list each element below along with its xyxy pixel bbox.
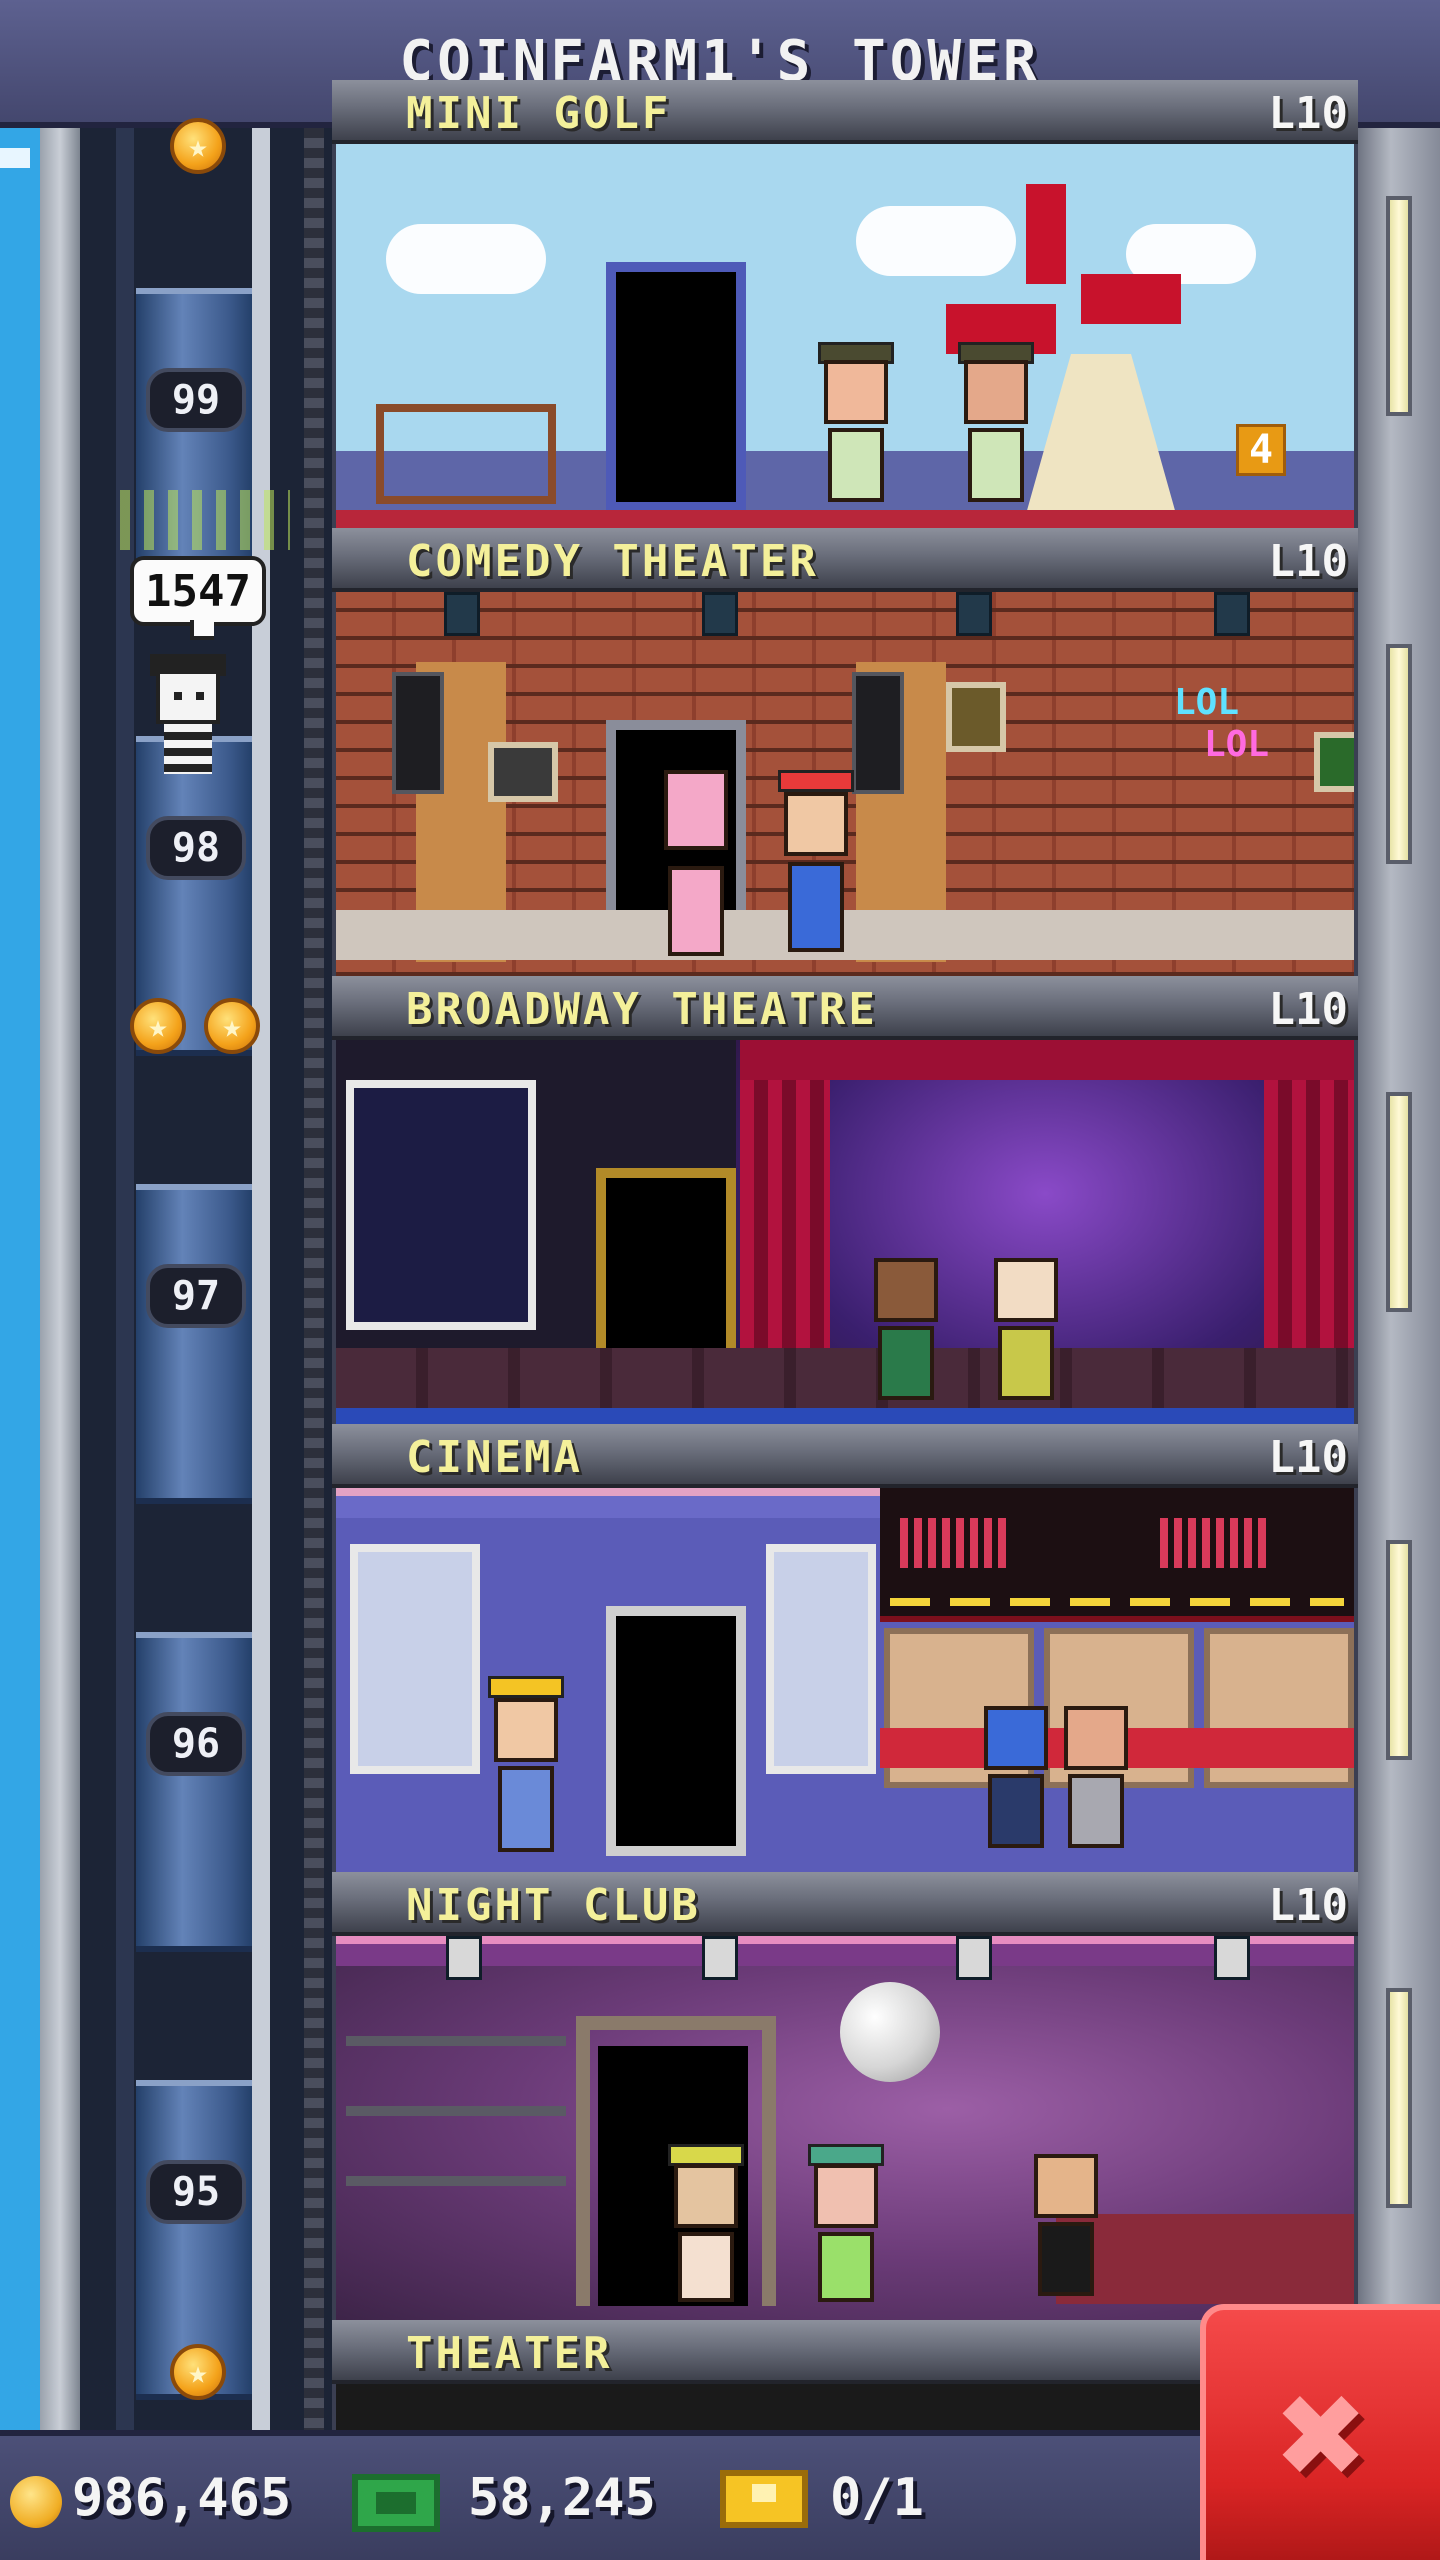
bitizen-audience[interactable]	[866, 1258, 946, 1408]
floor-level: L10	[1268, 536, 1348, 587]
bitizen-speech-bubble[interactable]: 1547	[130, 556, 266, 640]
room-door	[606, 262, 746, 512]
floor-name: CINEMA	[406, 1432, 583, 1483]
marquee-board	[880, 1488, 1354, 1622]
bitizen-audience[interactable]	[986, 1258, 1066, 1408]
star-icon[interactable]: ★	[130, 998, 186, 1054]
floor-header: MINI GOLF L10	[332, 80, 1358, 144]
bitizen-in-elevator[interactable]	[146, 640, 230, 780]
star-icon[interactable]: ★	[204, 998, 260, 1054]
room-interior	[336, 1040, 1354, 1424]
ticket-count: 0/1	[830, 2468, 924, 2528]
bux-icon[interactable]	[352, 2474, 440, 2532]
floor-mini-golf[interactable]: MINI GOLF L10 4	[332, 80, 1358, 528]
floor-name: COMEDY THEATER	[406, 536, 819, 587]
floor-header: COMEDY THEATER L10	[332, 528, 1358, 592]
floor-broadway-theatre[interactable]: BROADWAY THEATRE L10	[332, 976, 1358, 1424]
sparkle-effect	[120, 490, 290, 550]
floor-cinema[interactable]: CINEMA L10	[332, 1424, 1358, 1872]
elevator-car-96	[136, 1632, 252, 1952]
disco-ball	[840, 1982, 940, 2082]
floor-header: BROADWAY THEATRE L10	[332, 976, 1358, 1040]
bitizen-customer[interactable]	[1056, 1706, 1136, 1856]
floor-comedy-theater[interactable]: COMEDY THEATER L10 LOL LOL	[332, 528, 1358, 976]
movie-poster	[766, 1544, 876, 1774]
floor-number-badge: 95	[146, 2160, 246, 2224]
tower-frame-left	[40, 128, 80, 2430]
bitizen-usher[interactable]	[486, 1676, 566, 1856]
bitizen-golfer[interactable]	[816, 342, 896, 512]
elevator-car-97	[136, 1184, 252, 1504]
floor-level: L10	[1268, 1432, 1348, 1483]
floor-name: BROADWAY THEATRE	[406, 984, 878, 1035]
floor-name: MINI GOLF	[406, 88, 672, 139]
star-icon[interactable]: ★	[170, 2344, 226, 2400]
bitizen-dancer[interactable]	[806, 2144, 886, 2304]
window-light	[1386, 196, 1412, 416]
room-door	[606, 1606, 746, 1856]
shaft-rail-left	[116, 128, 134, 2430]
room-interior	[336, 1488, 1354, 1872]
movie-poster	[350, 1544, 480, 1774]
floor-number-badge: 99	[146, 368, 246, 432]
bitizen-dancer[interactable]	[666, 2144, 746, 2304]
windmill	[1026, 184, 1066, 284]
floor-header: NIGHT CLUB L10	[332, 1872, 1358, 1936]
coin-icon	[10, 2476, 62, 2528]
floor-header: CINEMA L10	[332, 1424, 1358, 1488]
floor-name: THEATER	[406, 2328, 613, 2379]
floor-level: L10	[1268, 1880, 1348, 1931]
star-icon[interactable]: ★	[170, 118, 226, 174]
room-interior: LOL LOL	[336, 592, 1354, 976]
close-icon: ✖	[1277, 2348, 1369, 2522]
floor-level: L10	[1268, 88, 1348, 139]
show-poster	[346, 1080, 536, 1330]
elevator-cable	[304, 128, 324, 2430]
neon-sign: LOL	[1174, 682, 1240, 723]
bux-count: 58,245	[468, 2468, 656, 2528]
bitizen-pig-costume[interactable]	[656, 770, 736, 960]
bitizen-clown[interactable]	[776, 770, 856, 960]
coin-count: 986,465	[72, 2468, 292, 2528]
sky-strip	[0, 128, 40, 2430]
close-button[interactable]: ✖	[1200, 2304, 1440, 2560]
floor-level: L10	[1268, 984, 1348, 1035]
room-interior	[336, 1936, 1354, 2320]
bitizen-golfer[interactable]	[956, 342, 1036, 512]
floor-number-badge: 97	[146, 1264, 246, 1328]
floor-night-club[interactable]: NIGHT CLUB L10	[332, 1872, 1358, 2320]
shaft-rail-right	[252, 128, 270, 2430]
window-light	[1386, 644, 1412, 864]
floor-name: NIGHT CLUB	[406, 1880, 701, 1931]
floor-number-badge: 96	[146, 1712, 246, 1776]
window-light	[1386, 1540, 1412, 1760]
room-interior: 4	[336, 144, 1354, 528]
floor-number-badge: 98	[146, 816, 246, 880]
neon-sign: LOL	[1204, 724, 1270, 765]
golden-ticket-icon[interactable]	[720, 2470, 808, 2528]
bitizen-customer[interactable]	[976, 1706, 1056, 1856]
window-light	[1386, 1988, 1412, 2208]
cloud-fragment	[0, 148, 30, 168]
tower-floors: MINI GOLF L10 4 COMEDY THEATER L10 LOL L…	[332, 80, 1358, 2430]
golf-hole-flag: 4	[1236, 424, 1286, 476]
bitizen-bouncer[interactable]	[1026, 2154, 1106, 2304]
window-light	[1386, 1092, 1412, 1312]
